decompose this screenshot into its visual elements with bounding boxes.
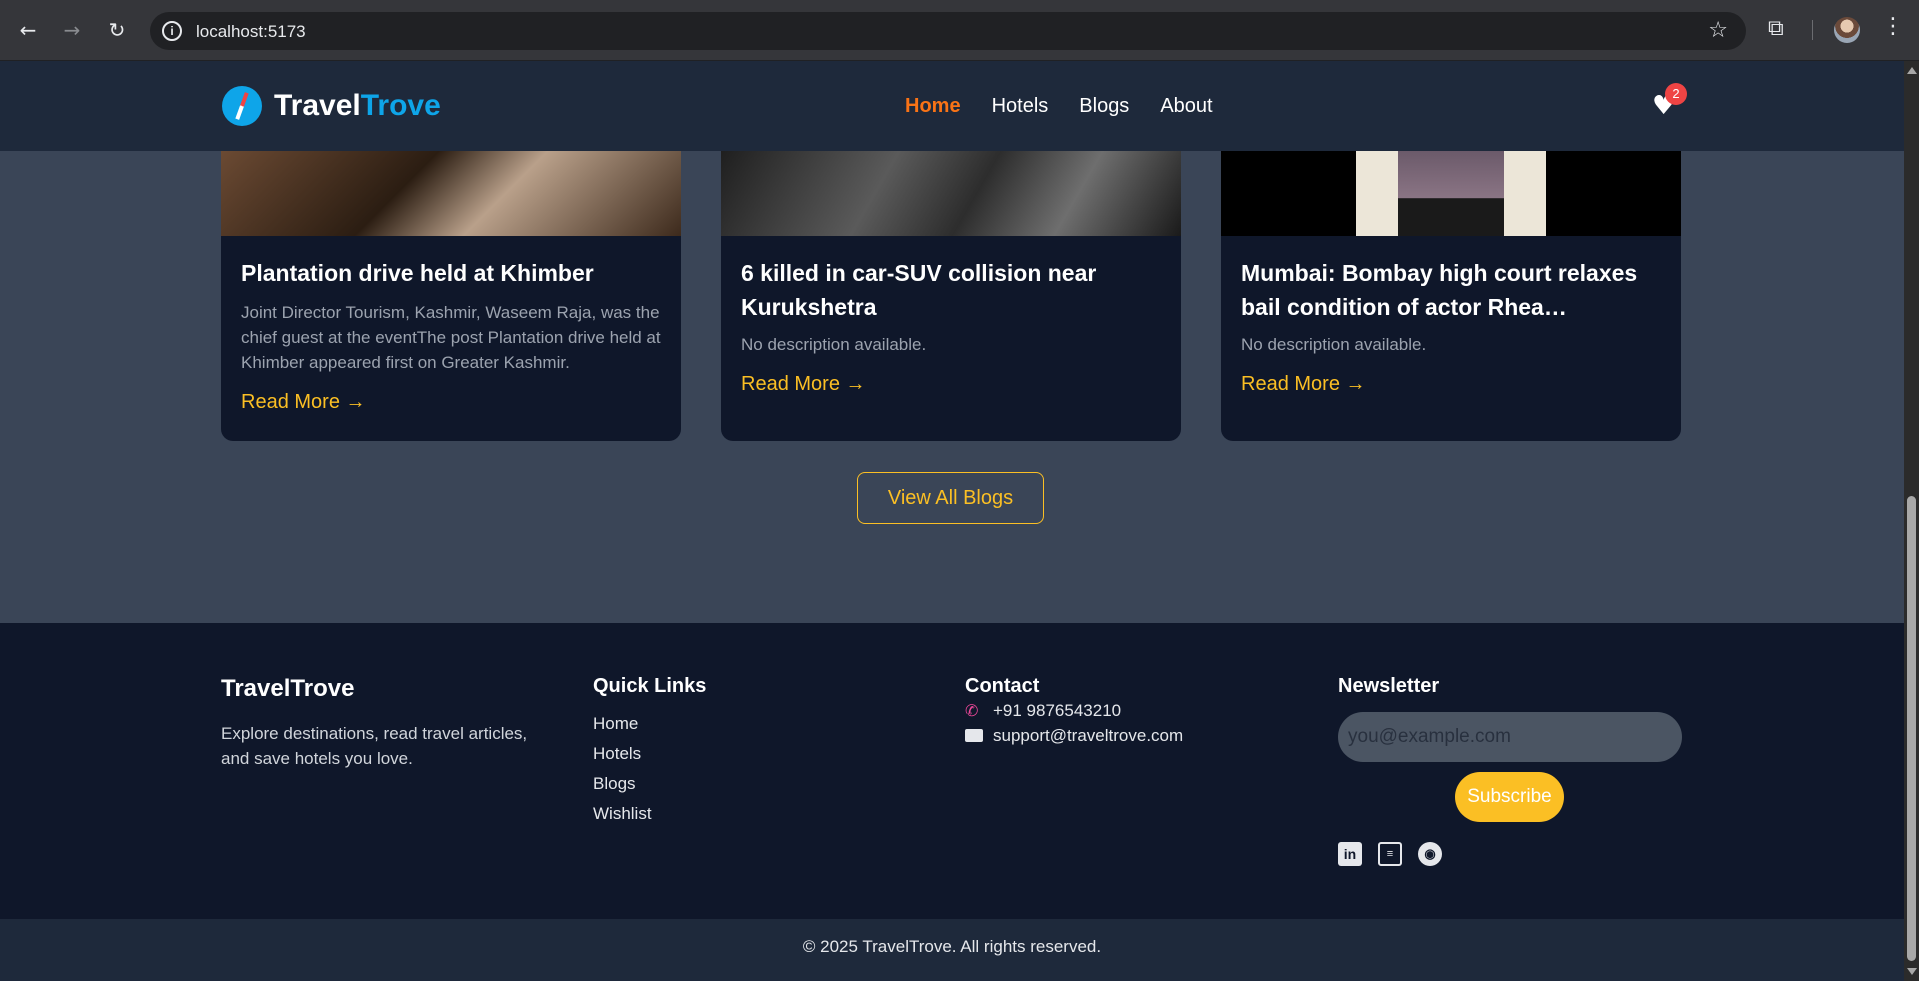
blog-title: 6 killed in car-SUV collision near Kuruk… xyxy=(741,260,1097,320)
linkedin-icon[interactable]: in xyxy=(1338,842,1362,866)
url-text[interactable]: localhost:5173 xyxy=(196,22,306,42)
blog-image xyxy=(221,151,681,236)
read-more-link[interactable]: Read More → xyxy=(241,391,661,414)
site-footer: TravelTrove Explore destinations, read t… xyxy=(0,623,1904,981)
reload-icon[interactable]: ↻ xyxy=(101,14,133,46)
address-bar[interactable]: i localhost:5173 ☆ xyxy=(150,12,1746,50)
footer-newsletter: Newsletter Subscribe in ≡ ◉ xyxy=(1338,675,1682,866)
newsletter-heading: Newsletter xyxy=(1338,675,1440,697)
bookmark-star-icon[interactable]: ☆ xyxy=(1708,18,1728,43)
footer-link-home[interactable]: Home xyxy=(593,709,706,739)
toolbar-divider xyxy=(1812,20,1813,40)
extensions-icon[interactable]: ⧉ xyxy=(1768,16,1794,42)
blog-card: Mumbai: Bombay high court relaxes bail c… xyxy=(1221,151,1681,441)
email-address: support@traveltrove.com xyxy=(993,726,1184,745)
phone-number: +91 9876543210 xyxy=(993,701,1122,720)
blog-title: Mumbai: Bombay high court relaxes bail c… xyxy=(1241,260,1638,320)
scroll-down-arrow-icon[interactable] xyxy=(1907,968,1917,975)
blog-description: No description available. xyxy=(1241,335,1427,354)
footer-link-wishlist[interactable]: Wishlist xyxy=(593,799,706,829)
footer-brand-column: TravelTrove Explore destinations, read t… xyxy=(221,675,551,771)
wishlist-count-badge: 2 xyxy=(1665,83,1687,105)
scroll-up-arrow-icon[interactable] xyxy=(1907,67,1917,74)
contact-email: support@traveltrove.com xyxy=(965,723,1183,748)
main-nav: Home Hotels Blogs About xyxy=(905,95,1213,118)
blog-image xyxy=(1221,151,1681,236)
nav-blogs[interactable]: Blogs xyxy=(1079,95,1129,118)
footer-quick-links: Quick Links Home Hotels Blogs Wishlist xyxy=(593,675,706,829)
footer-tagline: Explore destinations, read travel articl… xyxy=(221,724,528,768)
scroll-thumb[interactable] xyxy=(1907,496,1916,961)
blog-card: Plantation drive held at Khimber Joint D… xyxy=(221,151,681,441)
blog-card: 6 killed in car-SUV collision near Kuruk… xyxy=(721,151,1181,441)
contact-phone: ✆ +91 9876543210 xyxy=(965,698,1183,723)
newsletter-email-input[interactable] xyxy=(1338,712,1682,762)
page-viewport: TravelTrove Home Hotels Blogs About ♥ 2 … xyxy=(0,61,1904,981)
wishlist-button[interactable]: ♥ 2 xyxy=(1652,83,1687,119)
footer-contact: Contact ✆ +91 9876543210 support@travelt… xyxy=(965,675,1183,748)
mail-icon xyxy=(965,729,983,742)
nav-hotels[interactable]: Hotels xyxy=(992,95,1049,118)
github-icon[interactable]: ◉ xyxy=(1418,842,1442,866)
nav-home[interactable]: Home xyxy=(905,95,961,118)
book-icon[interactable]: ≡ xyxy=(1378,842,1402,866)
social-links: in ≡ ◉ xyxy=(1338,842,1682,866)
site-info-icon[interactable]: i xyxy=(162,21,182,41)
contact-heading: Contact xyxy=(965,675,1040,697)
quick-links-heading: Quick Links xyxy=(593,675,707,697)
blog-description: No description available. xyxy=(741,335,927,354)
copyright: © 2025 TravelTrove. All rights reserved. xyxy=(0,919,1904,981)
menu-kebab-icon[interactable]: ⋮ xyxy=(1882,14,1904,39)
read-more-link[interactable]: Read More → xyxy=(1241,373,1661,396)
nav-about[interactable]: About xyxy=(1160,95,1212,118)
footer-link-blogs[interactable]: Blogs xyxy=(593,769,706,799)
browser-toolbar: ← → ↻ i localhost:5173 ☆ ⧉ ⋮ xyxy=(0,0,1919,61)
logo-text-travel: Travel xyxy=(274,89,361,122)
forward-arrow-icon[interactable]: → xyxy=(56,14,88,46)
logo-text-trove: Trove xyxy=(360,89,441,122)
view-all-blogs-button[interactable]: View All Blogs xyxy=(857,472,1044,524)
footer-link-hotels[interactable]: Hotels xyxy=(593,739,706,769)
site-header: TravelTrove Home Hotels Blogs About ♥ 2 xyxy=(0,61,1904,151)
compass-icon xyxy=(222,86,262,126)
blog-description: Joint Director Tourism, Kashmir, Waseem … xyxy=(241,303,661,372)
back-arrow-icon[interactable]: ← xyxy=(12,14,44,46)
profile-avatar[interactable] xyxy=(1834,17,1860,43)
blog-title: Plantation drive held at Khimber xyxy=(241,260,594,286)
page-scrollbar[interactable] xyxy=(1904,61,1919,981)
blog-image xyxy=(721,151,1181,236)
phone-icon: ✆ xyxy=(965,701,979,720)
read-more-link[interactable]: Read More → xyxy=(741,373,1161,396)
subscribe-button[interactable]: Subscribe xyxy=(1455,772,1564,822)
site-logo[interactable]: TravelTrove xyxy=(222,86,441,126)
footer-brand: TravelTrove xyxy=(221,675,355,702)
